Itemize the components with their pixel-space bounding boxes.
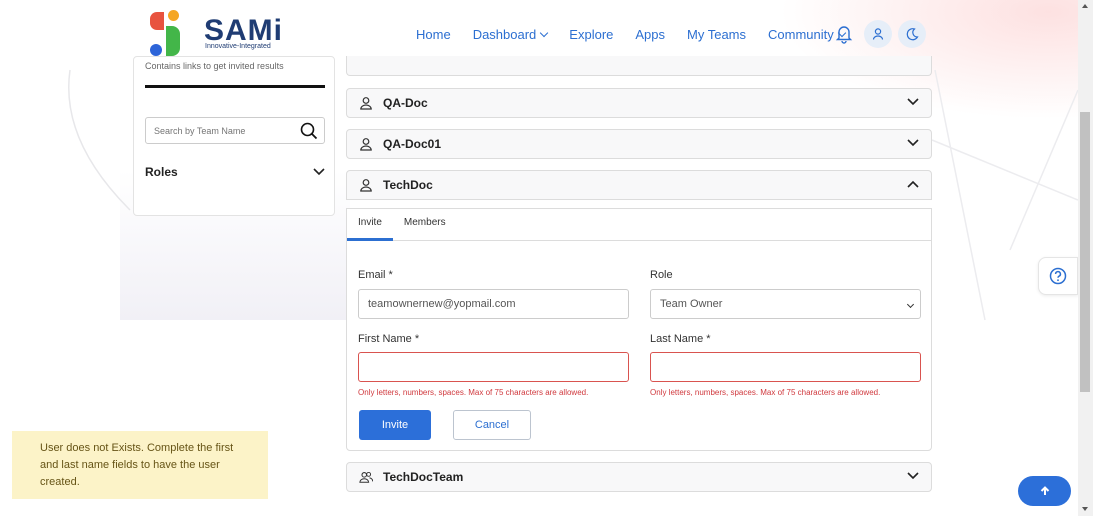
bell-icon[interactable]: [835, 24, 853, 44]
team-filter-card: Contains links to get invited results Ro…: [133, 56, 335, 216]
team-accordion-techdoc[interactable]: TechDoc: [346, 170, 932, 200]
team-name: TechDoc: [383, 178, 433, 192]
nav-apps[interactable]: Apps: [635, 27, 665, 42]
email-field[interactable]: teamownernew@yopmail.com: [358, 289, 629, 319]
chevron-up-icon: [907, 180, 919, 188]
logo-tagline: Innovative-Integrated: [205, 43, 271, 50]
divider: [145, 85, 325, 88]
role-select[interactable]: Team Owner: [650, 289, 921, 319]
first-name-field[interactable]: [358, 352, 629, 382]
role-label: Role: [650, 269, 673, 281]
invite-button[interactable]: Invite: [359, 410, 431, 440]
last-name-label: Last Name *: [650, 333, 711, 345]
first-name-error: Only letters, numbers, spaces. Max of 75…: [358, 388, 589, 397]
arrow-up-icon: [1040, 486, 1049, 495]
scroll-down-arrow-icon[interactable]: [1082, 507, 1088, 511]
chevron-down-icon: [906, 300, 915, 309]
tab-members[interactable]: Members: [393, 209, 457, 241]
role-select-value: Team Owner: [660, 298, 723, 310]
last-name-error: Only letters, numbers, spaces. Max of 75…: [650, 388, 881, 397]
team-accordion-qa-doc01[interactable]: QA-Doc01: [346, 129, 932, 159]
roles-label: Roles: [145, 165, 178, 179]
user-icon: [360, 179, 372, 192]
question-circle-icon: [1049, 267, 1067, 285]
chevron-down-icon: [313, 168, 325, 176]
filter-hint-text: Contains links to get invited results: [145, 61, 284, 71]
user-icon: [360, 97, 372, 110]
user-menu-button[interactable]: [864, 20, 892, 48]
scrollbar-thumb[interactable]: [1080, 112, 1090, 392]
nav-explore[interactable]: Explore: [569, 27, 613, 42]
user-icon: [360, 138, 372, 151]
cancel-button[interactable]: Cancel: [453, 410, 531, 440]
users-icon: [359, 471, 373, 483]
last-name-field[interactable]: [650, 352, 921, 382]
warning-toast: User does not Exists. Complete the first…: [12, 431, 268, 499]
tab-invite[interactable]: Invite: [347, 209, 393, 241]
nav-my-teams[interactable]: My Teams: [687, 27, 746, 42]
user-icon: [872, 28, 884, 40]
help-button[interactable]: [1038, 257, 1078, 295]
team-name: QA-Doc: [383, 96, 428, 110]
email-label: Email *: [358, 269, 393, 281]
chevron-down-icon: [907, 139, 919, 147]
nav-home[interactable]: Home: [416, 27, 451, 42]
team-accordion-qa-doc[interactable]: QA-Doc: [346, 88, 932, 118]
techdoc-panel: Invite Members Email * teamownernew@yopm…: [346, 208, 932, 451]
team-accordion-techdocteam[interactable]: TechDocTeam: [346, 462, 932, 492]
team-search-input[interactable]: [146, 118, 291, 143]
roles-filter[interactable]: Roles: [145, 165, 325, 179]
team-search: [145, 117, 325, 144]
search-icon[interactable]: [300, 122, 318, 140]
theme-toggle-button[interactable]: [898, 20, 926, 48]
team-accordion-previous: [346, 56, 932, 76]
panel-tabs: Invite Members: [347, 209, 931, 241]
team-name: TechDocTeam: [383, 470, 464, 484]
scroll-to-top-button[interactable]: [1018, 476, 1071, 506]
moon-icon: [906, 28, 919, 41]
scroll-up-arrow-icon[interactable]: [1082, 4, 1088, 8]
nav-dashboard[interactable]: Dashboard: [473, 27, 549, 42]
chevron-down-icon: [907, 472, 919, 480]
nav-community[interactable]: Community: [768, 27, 847, 42]
page-scrollbar[interactable]: [1078, 0, 1093, 516]
chevron-down-icon: [907, 98, 919, 106]
team-name: QA-Doc01: [383, 137, 442, 151]
chevron-down-icon: [540, 28, 549, 37]
first-name-label: First Name *: [358, 333, 420, 345]
sami-logo[interactable]: SAMi Innovative-Integrated: [148, 10, 282, 58]
